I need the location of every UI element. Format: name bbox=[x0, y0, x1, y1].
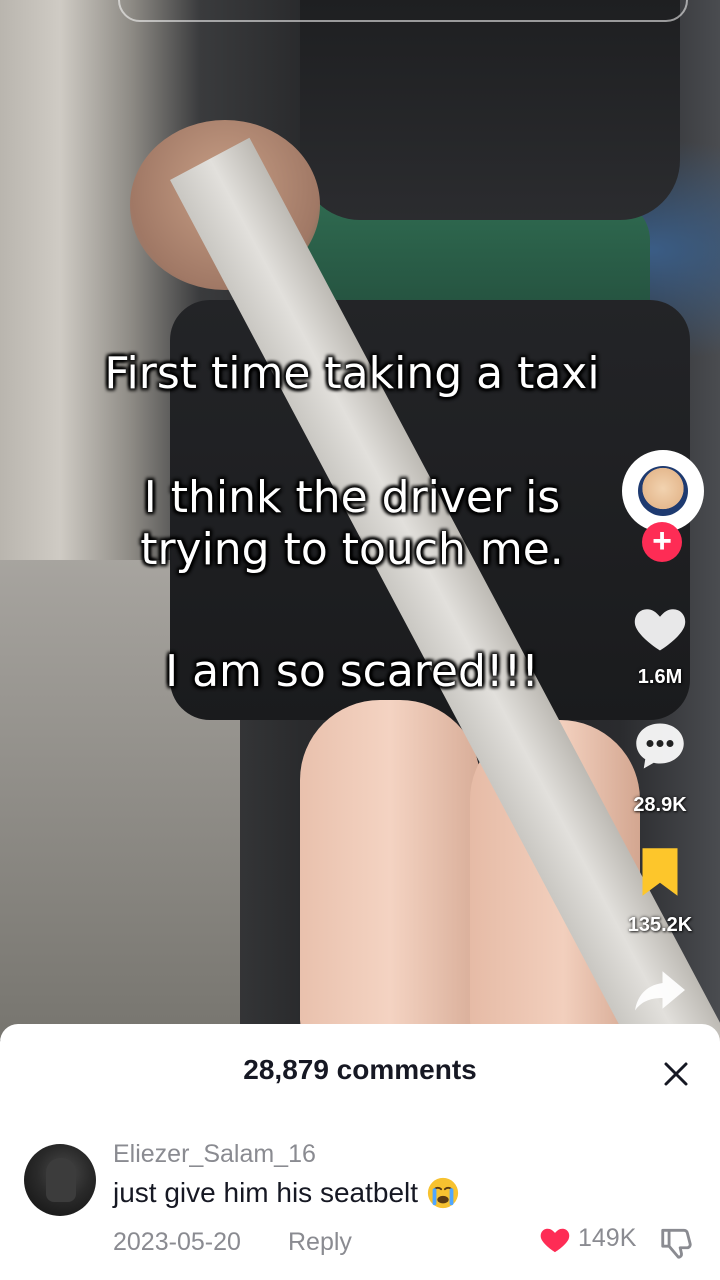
creator-avatar[interactable] bbox=[622, 450, 704, 532]
comment-like-button[interactable]: 149K bbox=[538, 1222, 636, 1254]
creator-logo-icon bbox=[638, 466, 688, 516]
caption-line: I think the driver is bbox=[143, 472, 561, 523]
close-button[interactable] bbox=[656, 1054, 696, 1094]
video-player[interactable]: First time taking a taxi I think the dri… bbox=[0, 0, 720, 1240]
comments-sheet: 28,879 comments Eliezer_Salam_16 just gi… bbox=[0, 1024, 720, 1280]
avatar-figure bbox=[46, 1158, 76, 1202]
dislike-icon[interactable] bbox=[658, 1224, 696, 1262]
like-count: 1.6M bbox=[637, 666, 683, 688]
seat-headrest bbox=[300, 0, 680, 220]
caption-line: trying to touch me. bbox=[140, 524, 564, 575]
commenter-username[interactable]: Eliezer_Salam_16 bbox=[113, 1140, 316, 1169]
loudly-crying-face-icon bbox=[427, 1177, 459, 1209]
passenger-leg-left bbox=[300, 700, 480, 1040]
heart-icon[interactable] bbox=[630, 598, 690, 658]
comment-text-row: just give him his seatbelt bbox=[113, 1176, 460, 1210]
comments-count-title: 28,879 comments bbox=[243, 1054, 477, 1085]
close-icon bbox=[664, 1062, 688, 1086]
reply-button[interactable]: Reply bbox=[288, 1228, 352, 1257]
follow-button[interactable]: + bbox=[642, 522, 682, 562]
share-arrow-icon[interactable] bbox=[630, 960, 690, 1020]
bookmark-icon[interactable] bbox=[630, 842, 690, 902]
comment-count: 28.9K bbox=[633, 794, 687, 816]
caption-line: I am so scared!!! bbox=[165, 646, 539, 697]
search-bar-outline[interactable] bbox=[118, 0, 688, 22]
tiktok-video-screen: First time taking a taxi I think the dri… bbox=[0, 0, 720, 1280]
comment-like-count: 149K bbox=[578, 1223, 637, 1252]
comment-date: 2023-05-20 bbox=[113, 1228, 241, 1256]
caption-line: First time taking a taxi bbox=[104, 348, 600, 399]
comment-text: just give him his seatbelt bbox=[113, 1177, 419, 1208]
comment-dots-icon[interactable] bbox=[630, 716, 690, 776]
heart-icon bbox=[540, 1228, 570, 1253]
commenter-avatar[interactable] bbox=[24, 1144, 96, 1216]
save-count: 135.2K bbox=[627, 914, 693, 936]
